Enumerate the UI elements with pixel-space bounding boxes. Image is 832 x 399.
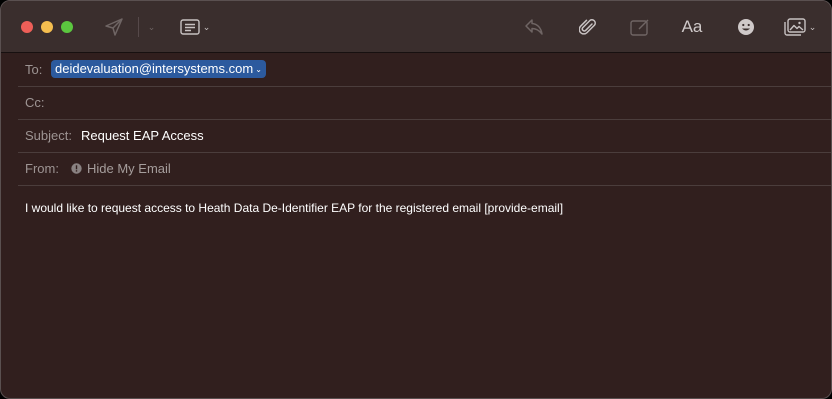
minimize-button[interactable] <box>41 21 53 33</box>
markup-button[interactable] <box>628 13 652 41</box>
from-row: From: Hide My Email <box>1 152 831 186</box>
photo-browser-button[interactable]: ⌄ <box>781 13 819 41</box>
attach-button[interactable] <box>576 13 600 41</box>
format-label: Aa <box>681 17 703 36</box>
chevron-down-icon: ⌄ <box>202 21 211 32</box>
mail-compose-window: ⌄ ⌄ Aa ⌄ To: deidevaluation@intersystems… <box>0 0 832 399</box>
subject-row: Subject: Request EAP Access <box>1 119 831 153</box>
reply-icon <box>525 19 543 35</box>
emoji-icon <box>738 19 754 35</box>
format-button[interactable]: Aa <box>679 13 705 41</box>
chevron-down-icon: ⌄ <box>808 21 817 32</box>
photo-browser-icon <box>784 18 806 36</box>
to-row: To: deidevaluation@intersystems.com ⌄ <box>1 53 831 87</box>
recipient-address: deidevaluation@intersystems.com <box>55 61 254 76</box>
recipient-chip[interactable]: deidevaluation@intersystems.com ⌄ <box>51 60 266 78</box>
chevron-down-icon: ⌄ <box>255 65 262 74</box>
subject-label: Subject: <box>25 128 72 143</box>
hide-my-email-icon <box>71 163 82 174</box>
reply-button[interactable] <box>522 13 546 41</box>
paperclip-icon <box>579 19 596 35</box>
send-button[interactable] <box>102 13 126 41</box>
cc-label: Cc: <box>25 95 45 110</box>
subject-field[interactable]: Request EAP Access <box>81 128 204 143</box>
zoom-button[interactable] <box>61 21 73 33</box>
send-options-dropdown[interactable]: ⌄ <box>144 13 156 41</box>
cc-row[interactable]: Cc: <box>1 86 831 120</box>
toolbar: ⌄ ⌄ Aa ⌄ <box>1 1 831 53</box>
message-body[interactable]: I would like to request access to Heath … <box>25 201 563 215</box>
header-fields-icon <box>180 19 200 35</box>
to-label: To: <box>25 62 43 77</box>
from-label: From: <box>25 161 59 176</box>
chevron-down-icon: ⌄ <box>147 21 156 32</box>
paper-plane-icon <box>105 18 123 36</box>
header-fields-button[interactable]: ⌄ <box>177 13 213 41</box>
close-button[interactable] <box>21 21 33 33</box>
from-account-selector[interactable]: Hide My Email <box>87 161 171 176</box>
markup-icon <box>630 19 649 36</box>
divider <box>18 185 831 186</box>
emoji-button[interactable] <box>735 13 757 41</box>
toolbar-separator <box>138 17 139 37</box>
